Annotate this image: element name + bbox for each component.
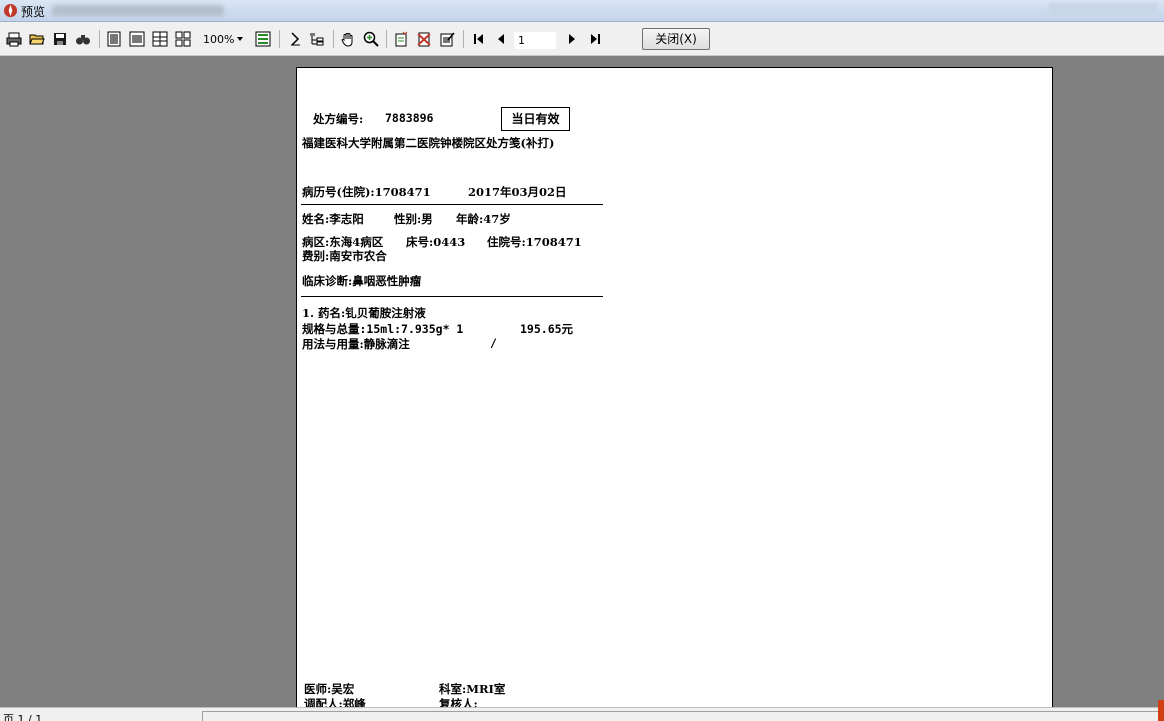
page-width-icon[interactable] xyxy=(128,30,146,48)
previous-page-icon[interactable] xyxy=(492,30,510,48)
department: 科室:MRI室 xyxy=(439,682,506,696)
close-button[interactable]: 关闭(X) xyxy=(642,28,710,50)
preview-area[interactable]: 处方编号: 7883896 当日有效 福建医科大学附属第二医院钟楼院区处方笺(补… xyxy=(0,57,1164,707)
prescription-page: 处方编号: 7883896 当日有效 福建医科大学附属第二医院钟楼院区处方笺(补… xyxy=(296,67,1053,707)
find-icon[interactable] xyxy=(74,30,92,48)
multiple-pages-icon[interactable] xyxy=(174,30,192,48)
title-bar: 预览 xyxy=(0,0,1164,22)
dispenser: 调配人:郑峰 xyxy=(304,697,366,707)
hospital-title: 福建医科大学附属第二医院钟楼院区处方笺(补打) xyxy=(302,136,555,150)
patient-age: 年龄:47岁 xyxy=(456,212,511,226)
bed-number: 床号:0443 xyxy=(406,235,466,249)
drug-price: 195.65元 xyxy=(520,322,574,336)
patient-name: 姓名:李志阳 xyxy=(302,212,364,226)
fee-type: 费别:南安市农合 xyxy=(302,249,387,263)
edit-page-icon[interactable] xyxy=(438,30,456,48)
valid-today-badge: 当日有效 xyxy=(501,107,570,131)
clinical-diagnosis: 临床诊断:鼻咽恶性肿瘤 xyxy=(302,274,422,288)
window-controls[interactable] xyxy=(1048,3,1158,17)
app-logo-icon xyxy=(3,3,18,18)
record-number: 病历号(住院):1708471 xyxy=(302,185,431,199)
toolbar-separator xyxy=(99,30,100,48)
divider xyxy=(301,296,603,297)
last-page-icon[interactable] xyxy=(586,30,604,48)
admission-number: 住院号:1708471 xyxy=(487,235,582,249)
chevron-down-icon[interactable] xyxy=(237,37,243,41)
page-settings-icon[interactable] xyxy=(254,30,272,48)
hand-tool-icon[interactable] xyxy=(339,30,357,48)
drug-name: 1. 药名:钆贝葡胺注射液 xyxy=(302,306,426,320)
save-icon[interactable] xyxy=(51,30,69,48)
two-pages-icon[interactable] xyxy=(151,30,169,48)
prescription-date: 2017年03月02日 xyxy=(468,185,567,199)
prescription-number-label: 处方编号: xyxy=(313,112,364,126)
print-icon[interactable] xyxy=(5,30,23,48)
toolbar-separator xyxy=(386,30,387,48)
export-icon[interactable] xyxy=(286,30,304,48)
doctor: 医师:吴宏 xyxy=(304,682,355,696)
reviewer: 复核人: xyxy=(439,697,478,707)
resize-grip-icon[interactable] xyxy=(1158,700,1164,721)
single-page-icon[interactable] xyxy=(105,30,123,48)
status-bar: 页 1 / 1 xyxy=(0,707,1164,721)
prescription-number: 7883896 xyxy=(385,111,434,125)
toolbar-separator xyxy=(333,30,334,48)
new-page-icon[interactable] xyxy=(392,30,410,48)
status-panel xyxy=(202,711,1162,721)
page-number-input[interactable] xyxy=(514,32,556,49)
usage-mark: / xyxy=(490,336,497,350)
zoom-select[interactable]: 100% xyxy=(203,33,234,46)
delete-page-icon[interactable] xyxy=(415,30,433,48)
toolbar: 100% xyxy=(0,22,1164,56)
open-folder-icon[interactable] xyxy=(28,30,46,48)
page-indicator: 页 1 / 1 xyxy=(3,713,43,721)
outline-tree-icon[interactable] xyxy=(308,30,326,48)
toolbar-separator xyxy=(279,30,280,48)
window-title: 预览 xyxy=(21,5,46,19)
patient-gender: 性别:男 xyxy=(394,212,433,226)
blurred-title-detail xyxy=(52,5,224,16)
divider xyxy=(301,204,603,205)
next-page-icon[interactable] xyxy=(563,30,581,48)
drug-spec: 规格与总量:15ml:7.935g* 1 xyxy=(302,322,464,336)
drug-usage: 用法与用量:静脉滴注 xyxy=(302,337,410,351)
zoom-in-icon[interactable] xyxy=(362,30,380,48)
first-page-icon[interactable] xyxy=(470,30,488,48)
toolbar-separator xyxy=(463,30,464,48)
